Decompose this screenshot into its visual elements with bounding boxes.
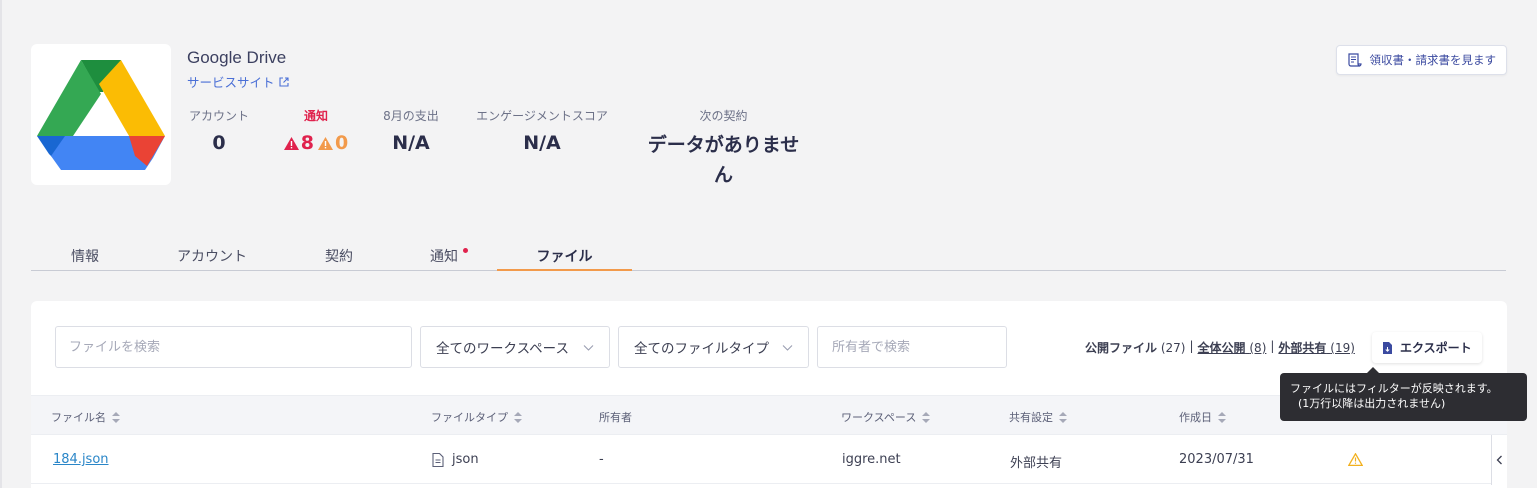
column-file-type[interactable]: ファイルタイプ: [431, 409, 522, 425]
export-button[interactable]: エクスポート: [1372, 332, 1482, 363]
stat-spend-value: N/A: [392, 132, 430, 154]
tab-notifications-label: 通知: [430, 249, 458, 265]
stat-accounts-label: アカウント: [188, 109, 249, 123]
sort-icon: [1218, 411, 1226, 423]
file-name-link[interactable]: 184.json: [53, 452, 109, 467]
tab-notifications[interactable]: 通知: [429, 246, 468, 271]
warning-alert-count: 0: [335, 132, 349, 154]
stat-engagement-label: エンゲージメントスコア: [476, 109, 608, 123]
file-search-input[interactable]: [55, 326, 412, 368]
stat-alerts: 通知 8 0: [280, 107, 352, 154]
stat-spend: 8月の支出 N/A: [377, 107, 445, 154]
status-warning-icon: [1347, 452, 1364, 470]
table-row: 184.json json - iggre.net 外部共有 2023/07/3…: [31, 436, 1507, 484]
owner-cell: -: [599, 452, 604, 467]
document-icon: [432, 452, 444, 467]
tab-files[interactable]: ファイル: [497, 246, 632, 271]
owner-search-input[interactable]: [817, 326, 1007, 368]
app-title: Google Drive: [187, 48, 287, 67]
workspace-select-value: 全てのワークスペース: [436, 341, 569, 357]
receipts-button-label: 領収書・請求書を見ます: [1369, 53, 1497, 67]
stat-engagement-value: N/A: [523, 132, 561, 154]
stat-alerts-label: 通知: [303, 109, 328, 123]
warning-triangle-icon: [283, 136, 299, 150]
export-button-label: エクスポート: [1400, 341, 1472, 355]
column-owner: 所有者: [599, 411, 632, 424]
critical-alert-count: 8: [300, 132, 314, 154]
summary-separator: |: [1270, 339, 1275, 353]
filetype-select-value: 全てのファイルタイプ: [634, 341, 769, 357]
all-public-link[interactable]: 全体公開 (8): [1198, 339, 1267, 356]
filetype-select[interactable]: 全てのファイルタイプ: [618, 326, 809, 368]
chevron-left-icon: [1496, 455, 1502, 465]
sort-icon: [514, 411, 522, 423]
sort-icon: [1059, 411, 1067, 423]
app-logo-card: [31, 44, 171, 185]
column-file-name[interactable]: ファイル名: [51, 409, 120, 425]
summary-separator: |: [1189, 339, 1194, 353]
receipt-icon: [1347, 52, 1362, 67]
stat-accounts: アカウント 0: [187, 107, 251, 154]
export-tooltip: ファイルにはフィルターが反映されます。 (1万行以降は出力されません): [1280, 367, 1527, 421]
tooltip-line-2: (1万行以降は出力されません): [1298, 397, 1446, 410]
warning-alert: 0: [318, 132, 348, 154]
stat-next-contract-value: データがありません: [647, 134, 800, 186]
service-site-link[interactable]: サービスサイト: [187, 72, 289, 91]
chevron-down-icon: [583, 344, 594, 351]
file-type-cell: json: [432, 452, 479, 467]
column-created[interactable]: 作成日: [1179, 409, 1226, 425]
public-files-label: 公開ファイル (27): [1085, 341, 1186, 355]
column-sharing[interactable]: 共有設定: [1009, 409, 1067, 425]
workspace-select[interactable]: 全てのワークスペース: [420, 326, 610, 368]
file-type-value: json: [452, 452, 479, 467]
tab-bar: 情報 アカウント 契約 通知 ファイル: [31, 240, 1506, 271]
critical-alert: 8: [283, 132, 314, 154]
notification-dot: [463, 248, 468, 253]
sort-icon: [112, 411, 120, 423]
stat-next-contract: 次の契約 データがありません: [641, 107, 806, 190]
chevron-down-icon: [782, 344, 793, 351]
receipts-button[interactable]: 領収書・請求書を見ます: [1335, 45, 1507, 75]
workspace-cell: iggre.net: [842, 452, 901, 467]
warning-triangle-icon: [318, 136, 333, 150]
google-drive-logo: [37, 59, 165, 170]
stat-engagement: エンゲージメントスコア N/A: [468, 107, 616, 154]
external-link-icon: [278, 76, 289, 87]
created-cell: 2023/07/31: [1179, 452, 1254, 467]
stat-next-contract-label: 次の契約: [699, 109, 748, 123]
row-expand-toggle[interactable]: [1491, 435, 1507, 485]
stat-spend-label: 8月の支出: [383, 109, 439, 123]
tab-contracts[interactable]: 契約: [323, 246, 355, 271]
column-workspace[interactable]: ワークスペース: [841, 409, 931, 425]
sort-icon: [922, 411, 931, 423]
share-summary: 公開ファイル (27) | 全体公開 (8) | 外部共有 (19): [1085, 339, 1355, 356]
external-share-link[interactable]: 外部共有 (19): [1278, 339, 1354, 356]
tooltip-line-1: ファイルにはフィルターが反映されます。: [1290, 382, 1498, 395]
left-edge: [0, 0, 2, 488]
stat-accounts-value: 0: [212, 132, 226, 154]
tab-info[interactable]: 情報: [69, 246, 101, 271]
file-export-icon: [1383, 341, 1392, 354]
tab-accounts[interactable]: アカウント: [174, 246, 250, 271]
sharing-cell: 外部共有: [1010, 456, 1063, 471]
stat-alerts-values: 8 0: [280, 132, 352, 154]
service-site-label: サービスサイト: [187, 75, 275, 90]
